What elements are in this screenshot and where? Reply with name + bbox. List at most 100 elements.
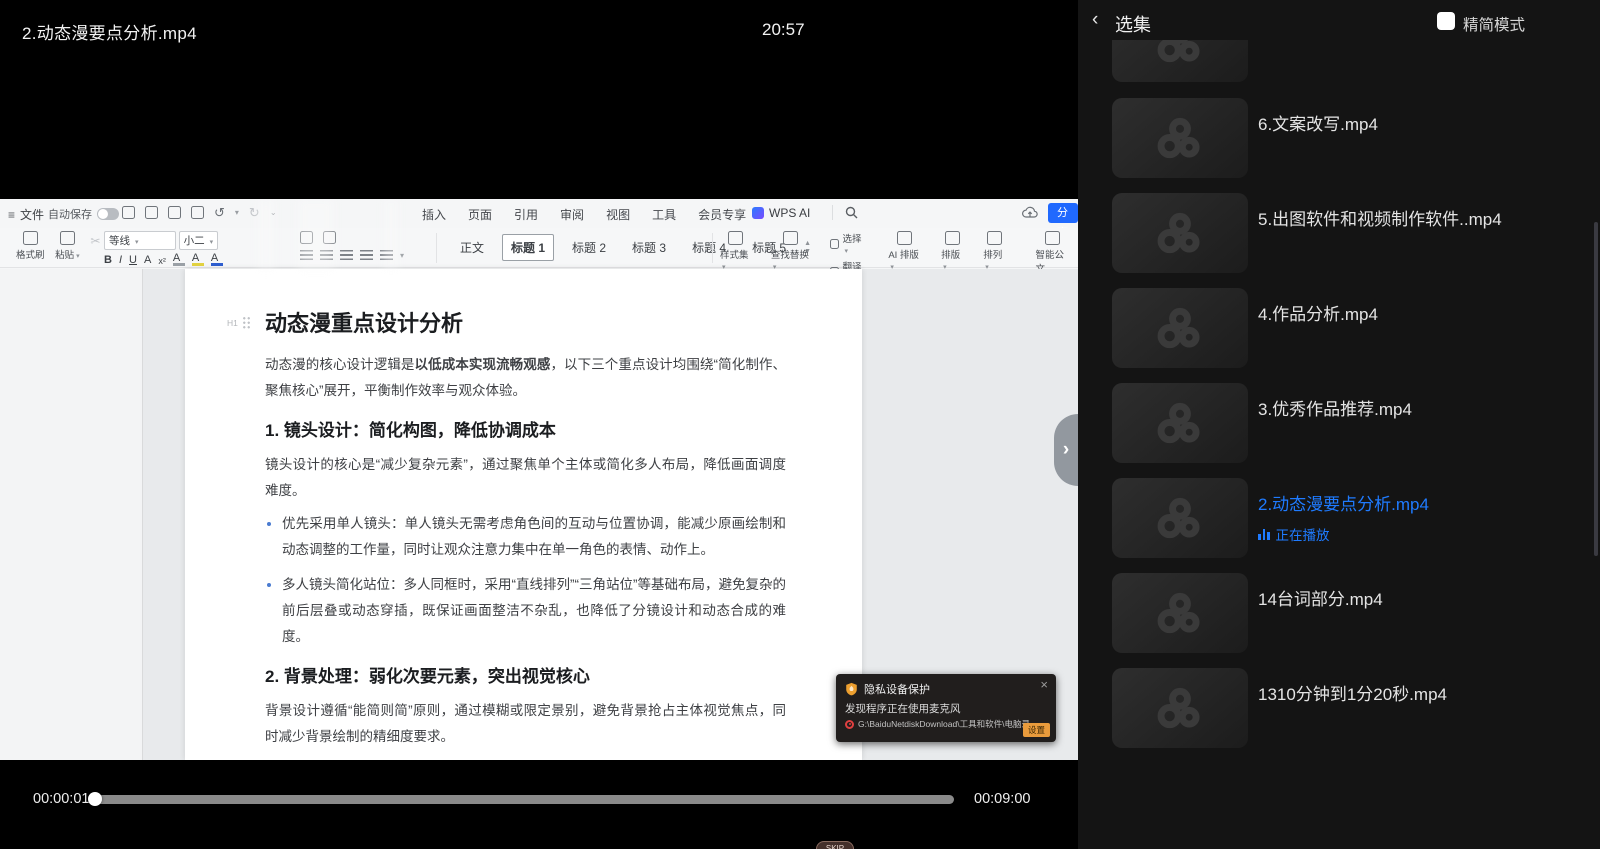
drag-handle-icon[interactable] [242, 316, 251, 329]
compact-mode-checkbox[interactable] [1437, 12, 1455, 30]
playlist-item-title[interactable]: 14台词部分.mp4 [1258, 585, 1383, 610]
video-thumbnail[interactable] [1112, 478, 1248, 558]
list-item[interactable]: 14台词部分.mp4 [1112, 573, 1590, 653]
font-color-icon[interactable]: A [211, 254, 223, 266]
shield-icon [845, 682, 858, 696]
undo-icon[interactable]: ↺ [214, 206, 225, 219]
format-painter-button[interactable]: 格式刷 [16, 231, 45, 261]
italic-button[interactable]: I [119, 254, 122, 266]
wps-ai-button[interactable]: WPS AI [752, 206, 810, 220]
list-item[interactable]: 3.优秀作品推荐.mp4 [1112, 383, 1590, 463]
font-size-select[interactable]: 小二 [179, 231, 219, 250]
arrange-icon [987, 231, 1002, 245]
progress-bar-thumb[interactable] [88, 792, 102, 806]
list-item[interactable]: 4.作品分析.mp4 [1112, 288, 1590, 368]
playlist-item-title[interactable]: 4.作品分析.mp4 [1258, 300, 1378, 325]
tab-reference[interactable]: 引用 [514, 206, 538, 223]
baidu-netdisk-logo-icon [1157, 497, 1203, 539]
search-icon[interactable] [845, 206, 858, 219]
spacing-dropdown-icon[interactable]: ▾ [400, 251, 404, 260]
tab-tools[interactable]: 工具 [652, 206, 676, 223]
ribbon-divider [436, 233, 437, 263]
bold-button[interactable]: B [104, 254, 112, 266]
sidebar-title: 选集 [1115, 11, 1151, 37]
video-thumbnail[interactable] [1112, 193, 1248, 273]
total-time: 00:09:00 [974, 791, 1030, 807]
current-time: 00:00:01 [33, 791, 89, 807]
char-effect-icon[interactable]: A [173, 254, 185, 266]
tab-review[interactable]: 审阅 [560, 206, 584, 223]
playlist-item-title[interactable]: 1310分钟到1分20秒.mp4 [1258, 680, 1447, 705]
playlist-item-title[interactable]: 2.动态漫要点分析.mp4 [1258, 490, 1429, 515]
align-justify-icon[interactable] [360, 250, 373, 260]
undo-dropdown-icon[interactable]: ▾ [235, 208, 239, 217]
select-button[interactable]: 选择 [830, 231, 864, 256]
now-playing-status: 正在播放 [1258, 524, 1330, 544]
tab-page[interactable]: 页面 [468, 206, 492, 223]
list-item[interactable]: 6.文案改写.mp4 [1112, 98, 1590, 178]
tab-member[interactable]: 会员专享 [698, 206, 746, 223]
chevron-right-icon: › [1063, 439, 1069, 461]
document-page[interactable]: H1 动态漫重点设计分析 动态漫的核心设计逻辑是以低成本实现流畅观感，以下三个重… [185, 269, 862, 760]
playlist-item-title[interactable]: 3.优秀作品推荐.mp4 [1258, 395, 1412, 420]
doc-bullet: 多人镜头简化站位：多人同框时，采用“直线排列”“三角站位”等基础布局，避免复杂的… [265, 572, 786, 650]
doc-intro: 动态漫的核心设计逻辑是以低成本实现流畅观感，以下三个重点设计均围绕“简化制作、聚… [265, 352, 786, 404]
underline-button[interactable]: U [129, 254, 137, 266]
autosave-toggle[interactable] [97, 208, 119, 220]
superscript-button[interactable]: x² [158, 256, 166, 266]
paste-button[interactable]: 粘贴 [55, 231, 80, 261]
highlight-color-icon[interactable]: A [192, 254, 204, 266]
list-item-playing[interactable]: 2.动态漫要点分析.mp4 正在播放 [1112, 478, 1590, 558]
video-thumbnail[interactable] [1112, 98, 1248, 178]
video-thumbnail[interactable] [1112, 288, 1248, 368]
close-icon[interactable]: × [1040, 677, 1048, 692]
sidebar-header: ‹ 选集 精简模式 [1078, 0, 1600, 40]
style-normal[interactable]: 正文 [452, 235, 492, 260]
video-thumbnail[interactable] [1112, 383, 1248, 463]
paste-icon [60, 231, 75, 245]
document-content: 动态漫重点设计分析 动态漫的核心设计逻辑是以低成本实现流畅观感，以下三个重点设计… [265, 309, 786, 760]
menu-tabs: 插入 页面 引用 审阅 视图 工具 会员专享 [422, 206, 746, 223]
list-item[interactable]: 1310分钟到1分20秒.mp4 [1112, 668, 1590, 748]
privacy-notification-popup: 隐私设备保护 × 发现程序正在使用麦克风 G:\BaiduNetdiskDown… [836, 674, 1056, 742]
style-heading1[interactable]: 标题 1 [502, 234, 554, 261]
skip-button[interactable]: SKIP [816, 841, 854, 849]
baidu-netdisk-logo-icon [1157, 687, 1203, 729]
settings-button[interactable]: 设置 [1023, 723, 1050, 737]
video-thumbnail[interactable] [1112, 668, 1248, 748]
file-menu-button[interactable]: ≡ 文件 [8, 206, 44, 223]
export-icon[interactable] [145, 206, 158, 219]
font-name-select[interactable]: 等线 [104, 231, 176, 250]
playlist-item-title[interactable]: 5.出图软件和视频制作软件..mp4 [1258, 205, 1502, 230]
smart-doc-icon [1045, 231, 1060, 245]
wps-ai-logo-icon [752, 207, 764, 219]
baidu-netdisk-logo-icon [1157, 307, 1203, 349]
autosave-control[interactable]: 自动保存 [48, 206, 119, 222]
sidebar-scrollbar[interactable] [1594, 222, 1598, 556]
popup-message: 发现程序正在使用麦克风 [845, 701, 961, 716]
sidebar-collapse-button[interactable]: › [1054, 414, 1078, 486]
style-heading3[interactable]: 标题 3 [624, 235, 674, 260]
list-item[interactable]: 5.出图软件和视频制作软件..mp4 [1112, 193, 1590, 273]
wps-menubar: ≡ 文件 自动保存 ↺ ▾ ↻ ⌄ 插入 页面 引用 审阅 [0, 199, 1078, 228]
bullet-dot [267, 522, 271, 526]
align-right-icon[interactable] [340, 250, 353, 260]
compact-mode-label[interactable]: 精简模式 [1463, 13, 1525, 35]
print-icon[interactable] [168, 206, 181, 219]
progress-bar-track[interactable] [90, 795, 954, 804]
save-icon[interactable] [122, 206, 135, 219]
share-button[interactable]: 分享 [1048, 203, 1078, 223]
style-heading2[interactable]: 标题 2 [564, 235, 614, 260]
print-preview-icon[interactable] [191, 206, 204, 219]
episode-sidebar: ‹ 选集 精简模式 6.文案改写.mp4 5.出图软件和视频制作软件..mp4 [1078, 0, 1600, 849]
cloud-upload-icon[interactable] [1022, 206, 1038, 219]
tab-view[interactable]: 视图 [606, 206, 630, 223]
video-thumbnail[interactable] [1112, 573, 1248, 653]
tab-insert[interactable]: 插入 [422, 206, 446, 223]
playlist-item-title[interactable]: 6.文案改写.mp4 [1258, 110, 1378, 135]
popup-program-path: G:\BaiduNetdiskDownload\工具和软件\电脑录屏工具\Ban… [858, 718, 1031, 730]
cut-icon[interactable]: ✂ [90, 234, 100, 248]
back-icon[interactable]: ‹ [1092, 9, 1098, 31]
doc-paragraph: 背景设计遵循“能简则简”原则，通过模糊或限定景别，避免背景抢占主体视觉焦点，同时… [265, 698, 786, 750]
strike-button[interactable]: A [144, 254, 151, 266]
